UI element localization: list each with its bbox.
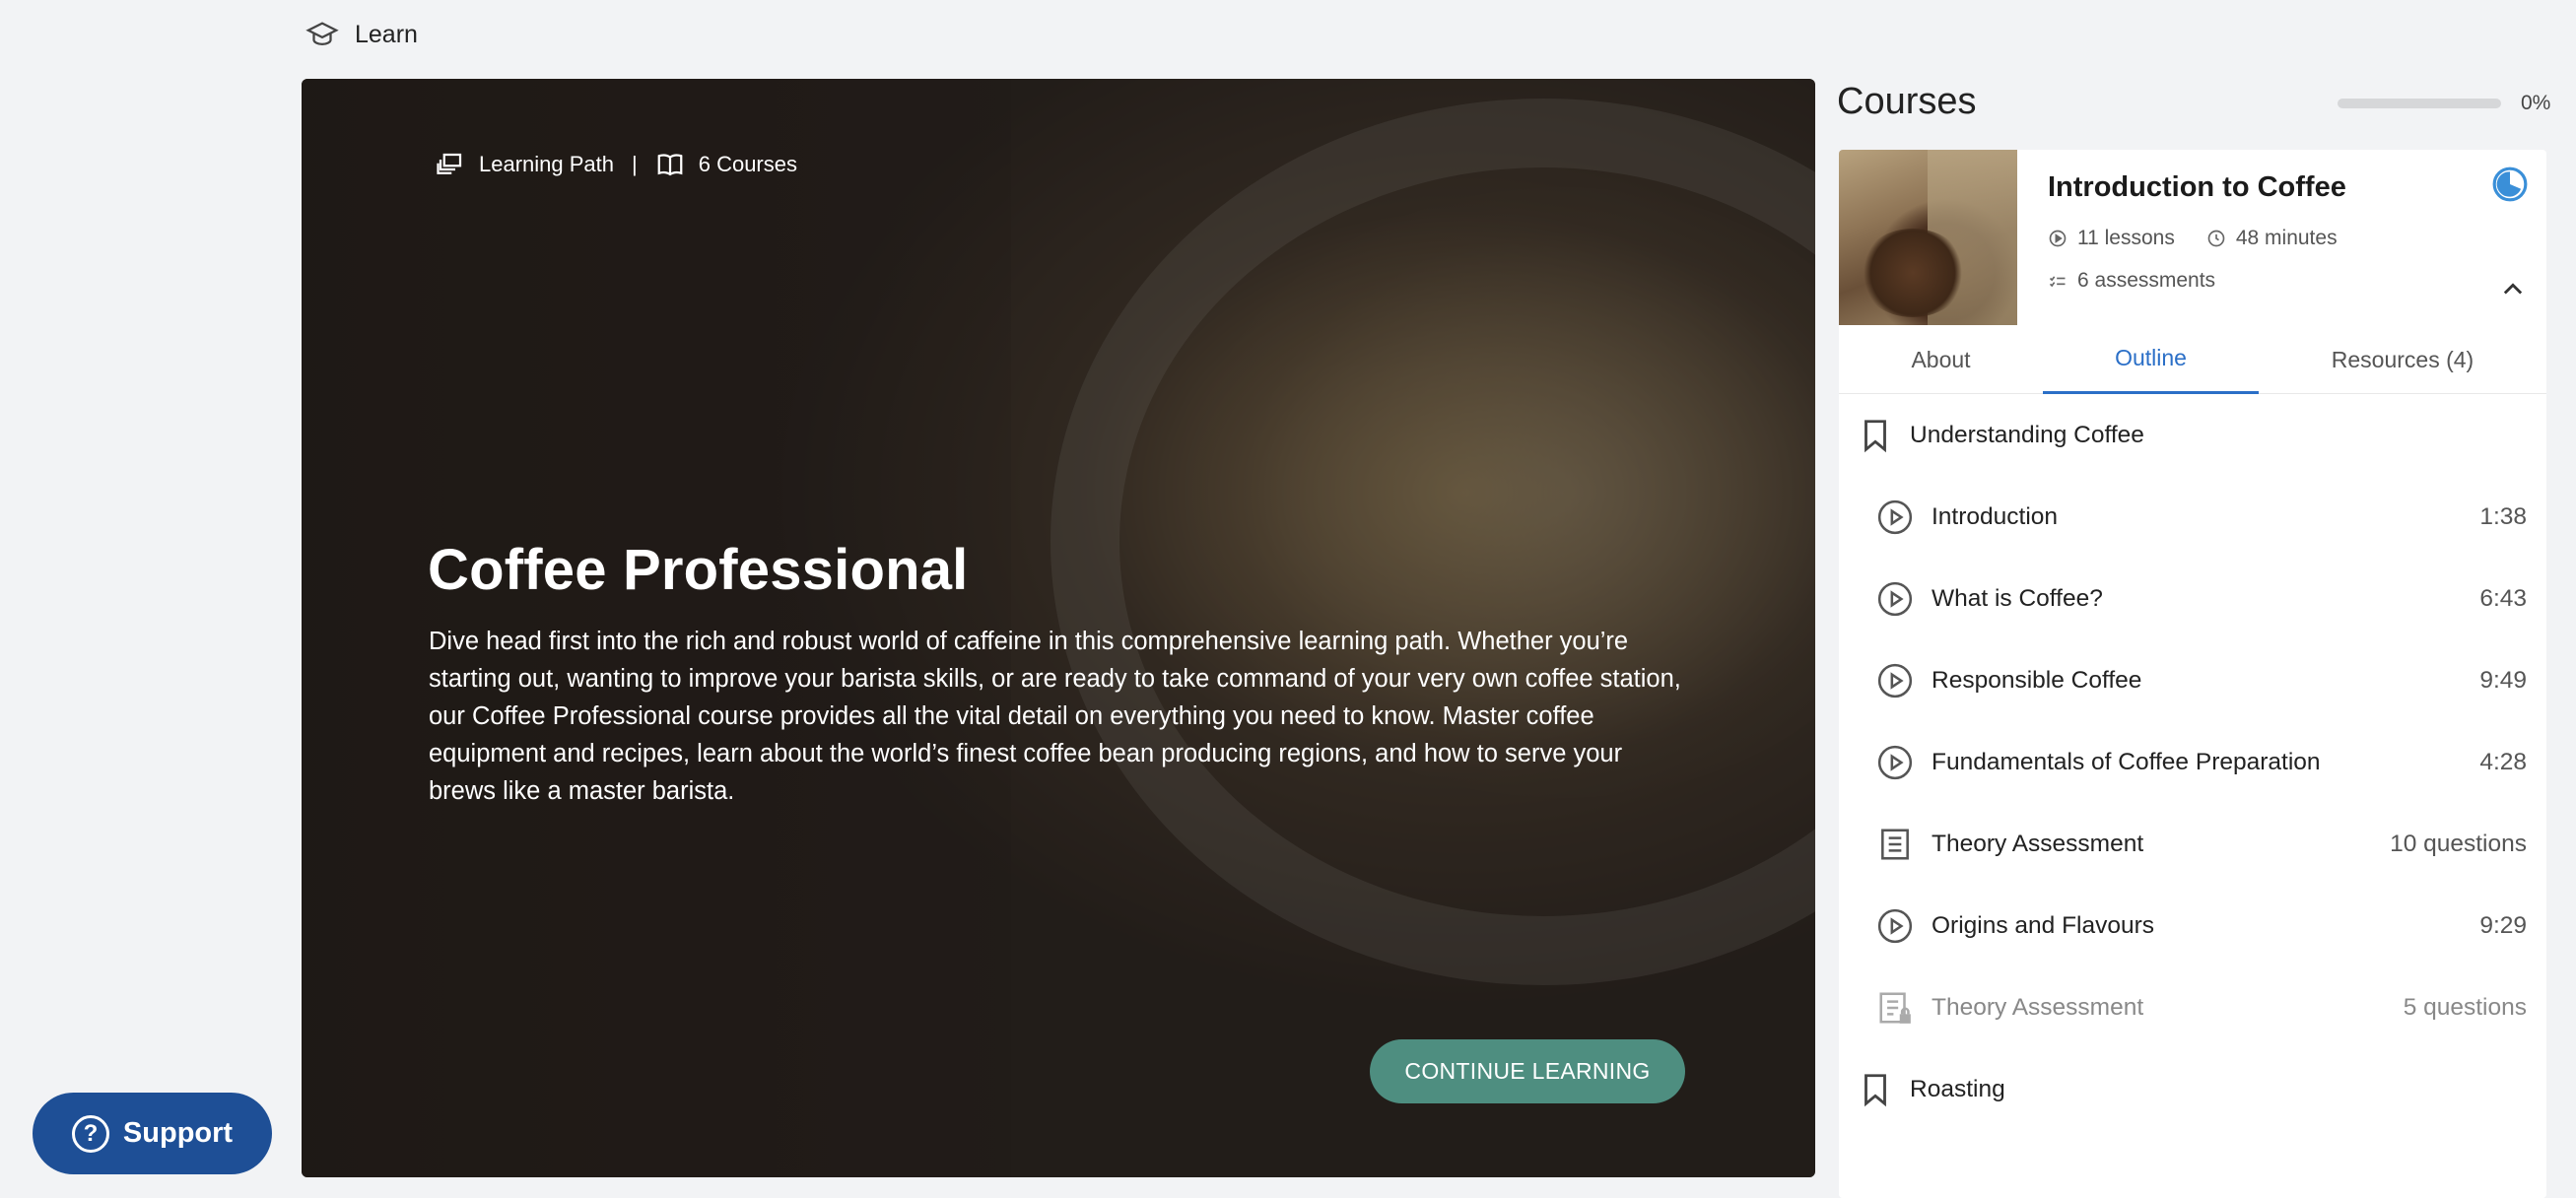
outline-section-label: Understanding Coffee bbox=[1910, 421, 2144, 448]
outline-lesson[interactable]: Fundamentals of Coffee Preparation 4:28 bbox=[1839, 721, 2546, 803]
help-icon: ? bbox=[71, 1114, 109, 1153]
hero-banner: Learning Path | 6 Courses Coffee Profess… bbox=[302, 79, 1815, 1177]
duration-value: 48 minutes bbox=[2235, 227, 2338, 249]
assessments-count: 6 assessments bbox=[2077, 269, 2216, 292]
thumbnail-beans bbox=[1859, 229, 1967, 317]
course-tabs: About Outline Resources (4) bbox=[1839, 325, 2546, 394]
outline-lesson-duration: 6:43 bbox=[2479, 584, 2527, 612]
course-title[interactable]: Introduction to Coffee bbox=[2048, 171, 2346, 204]
tab-resources[interactable]: Resources (4) bbox=[2259, 325, 2546, 394]
courses-heading: Courses bbox=[1837, 81, 1977, 122]
outline-lesson[interactable]: Origins and Flavours 9:29 bbox=[1839, 885, 2546, 966]
lessons-stat: 11 lessons bbox=[2048, 227, 2175, 250]
document-icon bbox=[1881, 828, 1909, 860]
course-progress-bar bbox=[2338, 99, 2501, 108]
hero-meta-courses: 6 Courses bbox=[698, 152, 797, 176]
lessons-count: 11 lessons bbox=[2077, 227, 2175, 249]
outline-assessment-label: Theory Assessment bbox=[1932, 830, 2144, 857]
outline-lesson-duration: 9:49 bbox=[2479, 666, 2527, 694]
play-circle-icon bbox=[1877, 908, 1913, 943]
course-thumbnail bbox=[1839, 150, 2017, 325]
hero-meta-separator: | bbox=[632, 152, 638, 176]
outline-lesson-duration: 1:38 bbox=[2479, 502, 2527, 530]
play-circle-icon bbox=[1877, 581, 1913, 616]
tab-outline[interactable]: Outline bbox=[2043, 325, 2259, 394]
assessments-stat: 6 assessments bbox=[2048, 269, 2215, 293]
outline-section[interactable]: Understanding Coffee bbox=[1839, 394, 2546, 476]
outline-assessment-questions: 10 questions bbox=[2390, 830, 2527, 857]
clock-icon bbox=[2207, 230, 2225, 247]
locked-document-icon bbox=[1879, 991, 1911, 1024]
outline-lesson[interactable]: Introduction 1:38 bbox=[1839, 476, 2546, 558]
outline-assessment[interactable]: Theory Assessment 10 questions bbox=[1839, 803, 2546, 885]
top-bar: Learn bbox=[305, 18, 418, 51]
course-progress-icon bbox=[2492, 166, 2528, 202]
course-stats: 11 lessons 48 minutes bbox=[2048, 227, 2338, 250]
outline-lesson-label: Introduction bbox=[1932, 502, 2059, 530]
outline-lesson-duration: 9:29 bbox=[2479, 911, 2527, 939]
outline-assessment-label: Theory Assessment bbox=[1932, 993, 2144, 1021]
chevron-up-icon[interactable] bbox=[2499, 276, 2527, 303]
outline-lesson[interactable]: Responsible Coffee 9:49 bbox=[1839, 639, 2546, 721]
checklist-icon bbox=[2049, 276, 2066, 288]
duration-stat: 48 minutes bbox=[2206, 227, 2338, 250]
bookmark-icon bbox=[1864, 1073, 1886, 1106]
play-circle-icon bbox=[1877, 499, 1913, 534]
outline-lesson-label: What is Coffee? bbox=[1932, 584, 2103, 612]
course-card: Introduction to Coffee 11 lessons 48 min… bbox=[1839, 150, 2546, 1198]
hero-meta-type: Learning Path bbox=[479, 152, 614, 176]
outline-section-label: Roasting bbox=[1910, 1075, 2005, 1102]
outline-assessment-locked: Theory Assessment 5 questions bbox=[1839, 966, 2546, 1048]
assessments-row: 6 assessments bbox=[2048, 269, 2215, 293]
play-circle-icon bbox=[2049, 230, 2067, 247]
play-circle-icon bbox=[1877, 663, 1913, 698]
outline-assessment-questions: 5 questions bbox=[2403, 993, 2527, 1021]
continue-learning-button[interactable]: CONTINUE LEARNING bbox=[1370, 1039, 1685, 1103]
bookmark-icon bbox=[1864, 419, 1886, 452]
hero-meta: Learning Path | 6 Courses bbox=[436, 150, 797, 179]
support-label: Support bbox=[122, 1117, 234, 1149]
course-progress-percent: 0% bbox=[2521, 92, 2551, 114]
learning-path-icon bbox=[437, 153, 462, 174]
outline-lesson-label: Origins and Flavours bbox=[1932, 911, 2155, 939]
open-book-icon bbox=[657, 154, 683, 176]
hero-title: Coffee Professional bbox=[428, 538, 969, 602]
support-button[interactable]: ? Support bbox=[33, 1093, 272, 1174]
play-circle-icon bbox=[1877, 745, 1913, 779]
outline-lesson-label: Fundamentals of Coffee Preparation bbox=[1932, 748, 2321, 775]
tab-about[interactable]: About bbox=[1839, 325, 2043, 394]
outline-lesson-duration: 4:28 bbox=[2479, 748, 2527, 775]
hero-description: Dive head first into the rich and robust… bbox=[429, 628, 1681, 805]
outline-lesson-label: Responsible Coffee bbox=[1932, 666, 2142, 694]
outline-lesson[interactable]: What is Coffee? 6:43 bbox=[1839, 558, 2546, 639]
list-fade bbox=[1839, 1113, 2546, 1198]
graduation-cap-icon bbox=[305, 22, 339, 46]
page-title: Learn bbox=[355, 20, 418, 48]
